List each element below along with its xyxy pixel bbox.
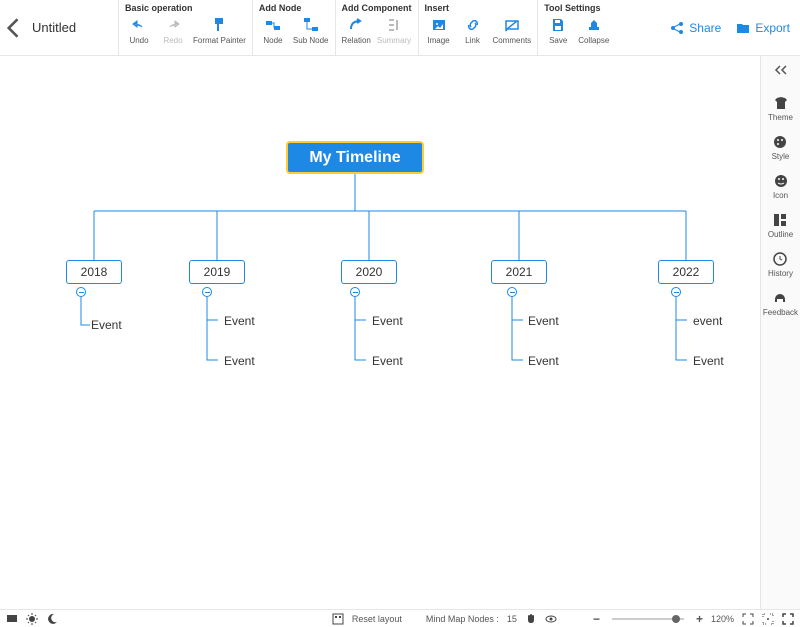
relation-button[interactable]: Relation <box>342 15 371 45</box>
node-button[interactable]: Node <box>259 15 287 45</box>
group-tool-settings: Tool Settings Save Collapse <box>537 0 615 55</box>
root-node[interactable]: My Timeline <box>286 141 424 174</box>
link-button[interactable]: Link <box>459 15 487 45</box>
fullscreen-icon[interactable] <box>782 613 794 625</box>
year-node-2019[interactable]: 2019 <box>189 260 245 284</box>
sidebar-outline[interactable]: Outline <box>768 212 793 239</box>
year-node-2020[interactable]: 2020 <box>341 260 397 284</box>
leaf-node[interactable]: Event <box>91 318 122 332</box>
summary-icon <box>386 15 402 35</box>
year-node-2021[interactable]: 2021 <box>491 260 547 284</box>
zoom-in-button[interactable]: + <box>696 612 703 626</box>
status-bar: Reset layout Mind Map Nodes : 15 − + 120… <box>0 609 800 627</box>
group-insert: Insert Image Link Comments <box>418 0 538 55</box>
node-icon <box>265 15 281 35</box>
leaf-node[interactable]: Event <box>372 314 403 328</box>
headset-icon <box>772 290 788 306</box>
save-button[interactable]: Save <box>544 15 572 45</box>
leaf-node[interactable]: event <box>693 314 722 328</box>
share-button[interactable]: Share <box>669 20 721 36</box>
sub-node-icon <box>303 15 319 35</box>
fit-screen-icon[interactable] <box>742 613 754 625</box>
collapse-toggle[interactable] <box>507 287 517 297</box>
image-button[interactable]: Image <box>425 15 453 45</box>
moon-icon[interactable] <box>46 613 58 625</box>
relation-icon <box>348 15 364 35</box>
collapse-toggle[interactable] <box>671 287 681 297</box>
presentation-mode-icon[interactable] <box>6 613 18 625</box>
nodes-label: Mind Map Nodes : <box>426 614 499 624</box>
leaf-node[interactable]: Event <box>372 354 403 368</box>
export-button[interactable]: Export <box>735 20 790 36</box>
link-icon <box>465 15 481 35</box>
back-button[interactable] <box>0 0 28 55</box>
group-title-add-node: Add Node <box>259 3 329 13</box>
eye-icon[interactable] <box>545 613 557 625</box>
undo-button[interactable]: Undo <box>125 15 153 45</box>
reset-layout-button[interactable]: Reset layout <box>352 614 402 624</box>
document-title[interactable]: Untitled <box>28 0 118 55</box>
collapse-toggle[interactable] <box>350 287 360 297</box>
summary-button[interactable]: Summary <box>377 15 411 45</box>
top-toolbar: Untitled Basic operation Undo Redo Forma… <box>0 0 800 56</box>
leaf-node[interactable]: Event <box>693 354 724 368</box>
palette-icon <box>772 134 788 150</box>
right-sidebar: Theme Style Icon Outline History Feedbac… <box>760 56 800 609</box>
zoom-out-button[interactable]: − <box>593 612 600 626</box>
group-title-basic: Basic operation <box>125 3 246 13</box>
outline-icon <box>772 212 788 228</box>
sidebar-style[interactable]: Style <box>772 134 790 161</box>
sidebar-history[interactable]: History <box>768 251 793 278</box>
group-title-add-component: Add Component <box>342 3 412 13</box>
sub-node-button[interactable]: Sub Node <box>293 15 329 45</box>
export-folder-icon <box>735 20 751 36</box>
hand-tool-icon[interactable] <box>525 613 537 625</box>
collapse-icon <box>586 15 602 35</box>
collapse-toggle[interactable] <box>76 287 86 297</box>
comments-icon <box>504 15 520 35</box>
brightness-icon[interactable] <box>26 613 38 625</box>
save-icon <box>550 15 566 35</box>
sidebar-theme[interactable]: Theme <box>768 95 793 122</box>
group-add-component: Add Component Relation Summary <box>335 0 418 55</box>
mindmap-canvas[interactable]: My Timeline 2018 2019 2020 2021 2022 Eve… <box>0 56 760 609</box>
center-icon[interactable] <box>762 613 774 625</box>
leaf-node[interactable]: Event <box>224 354 255 368</box>
smiley-icon <box>773 173 789 189</box>
format-painter-button[interactable]: Format Painter <box>193 15 246 45</box>
collapse-toggle[interactable] <box>202 287 212 297</box>
shirt-icon <box>773 95 789 111</box>
undo-icon <box>131 15 147 35</box>
sidebar-collapse-button[interactable] <box>774 64 788 79</box>
leaf-node[interactable]: Event <box>528 314 559 328</box>
group-basic-operation: Basic operation Undo Redo Format Painter <box>118 0 252 55</box>
group-title-insert: Insert <box>425 3 532 13</box>
redo-icon <box>165 15 181 35</box>
image-icon <box>431 15 447 35</box>
zoom-level: 120% <box>711 614 734 624</box>
comments-button[interactable]: Comments <box>493 15 532 45</box>
layout-icon <box>332 613 344 625</box>
sidebar-feedback[interactable]: Feedback <box>763 290 798 317</box>
redo-button[interactable]: Redo <box>159 15 187 45</box>
zoom-slider[interactable] <box>612 618 684 620</box>
nodes-count: 15 <box>507 614 517 624</box>
group-title-tool-settings: Tool Settings <box>544 3 609 13</box>
sidebar-icon[interactable]: Icon <box>773 173 789 200</box>
year-node-2022[interactable]: 2022 <box>658 260 714 284</box>
share-icon <box>669 20 685 36</box>
leaf-node[interactable]: Event <box>528 354 559 368</box>
top-actions: Share Export <box>669 0 800 55</box>
clock-icon <box>772 251 788 267</box>
format-painter-icon <box>211 15 227 35</box>
collapse-button[interactable]: Collapse <box>578 15 609 45</box>
group-add-node: Add Node Node Sub Node <box>252 0 335 55</box>
year-node-2018[interactable]: 2018 <box>66 260 122 284</box>
leaf-node[interactable]: Event <box>224 314 255 328</box>
